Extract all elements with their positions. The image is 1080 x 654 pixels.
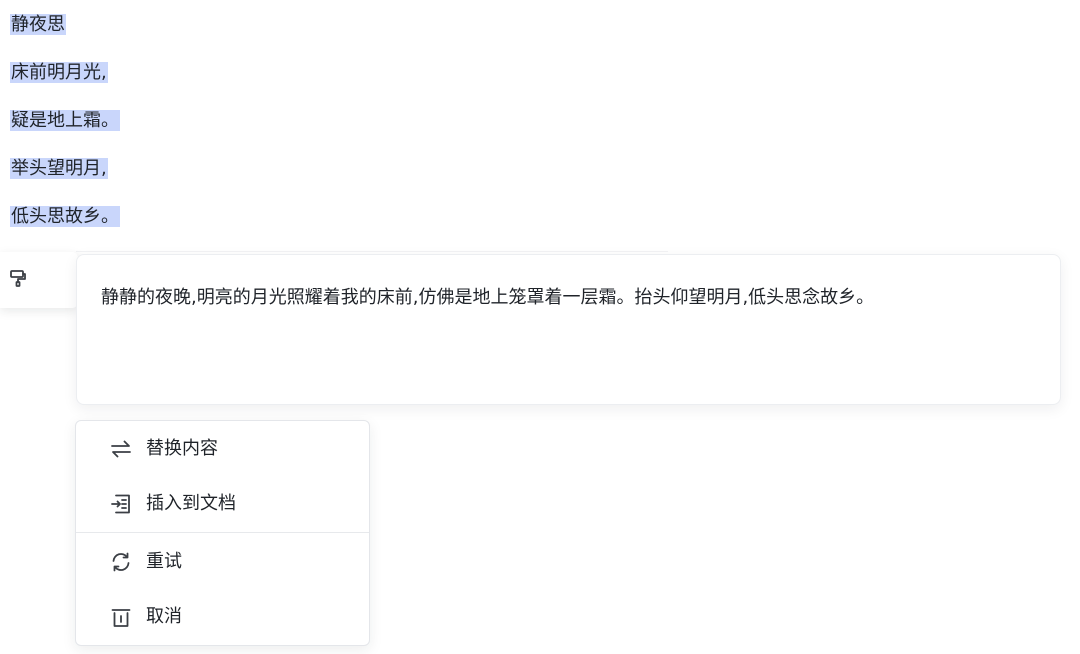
refresh-icon: [110, 551, 132, 573]
poem-line-4: 低头思故乡。: [10, 203, 120, 230]
divider: [76, 251, 668, 252]
cancel-button[interactable]: 取消: [76, 591, 369, 641]
floating-toolbar: [0, 252, 78, 308]
menu-item-label: 插入到文档: [146, 493, 236, 514]
poem-line-1: 床前明月光,: [10, 59, 108, 86]
menu-item-label: 重试: [146, 551, 182, 572]
selected-text: 低头思故乡。: [10, 206, 120, 227]
poem-line-2: 疑是地上霜。: [10, 107, 120, 134]
result-text: 静静的夜晚,明亮的月光照耀着我的床前,仿佛是地上笼罩着一层霜。抬头仰望明月,低头…: [101, 287, 875, 308]
selected-text: 举头望明月,: [10, 158, 108, 179]
insert-to-document-button[interactable]: 插入到文档: [76, 478, 369, 528]
selected-text: 床前明月光,: [10, 62, 108, 83]
poem-title: 静夜思: [10, 11, 66, 38]
menu-item-label: 替换内容: [146, 438, 218, 459]
retry-button[interactable]: 重试: [76, 536, 369, 586]
format-painter-icon[interactable]: [8, 268, 28, 288]
replace-content-button[interactable]: 替换内容: [76, 423, 369, 473]
trash-icon: [110, 606, 132, 628]
selected-text: 疑是地上霜。: [10, 110, 120, 131]
selected-text: 静夜思: [10, 14, 66, 35]
swap-arrows-icon: [110, 438, 132, 460]
insert-document-icon: [110, 493, 132, 515]
menu-divider: [76, 532, 369, 533]
action-menu: 替换内容 插入到文档 重试 取消: [75, 420, 370, 646]
menu-item-label: 取消: [146, 606, 182, 627]
poem-line-3: 举头望明月,: [10, 155, 108, 182]
ai-result-card: 静静的夜晚,明亮的月光照耀着我的床前,仿佛是地上笼罩着一层霜。抬头仰望明月,低头…: [76, 254, 1061, 405]
